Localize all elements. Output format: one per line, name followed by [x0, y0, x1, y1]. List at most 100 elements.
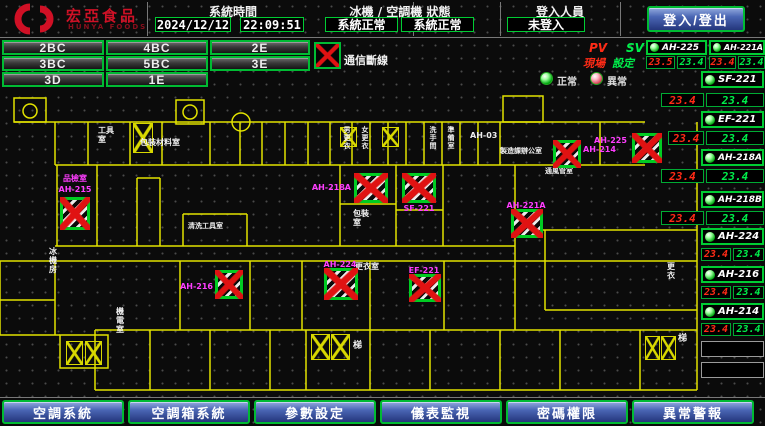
stair-x-icon [331, 334, 350, 360]
room-label: 冰機房 [49, 247, 63, 275]
footer-button-meter-monitor[interactable]: 儀表監視 [380, 400, 502, 424]
ahu-marker-ah-221a[interactable] [511, 209, 543, 238]
room-label: 工具室 [98, 126, 114, 144]
comm-error-x-icon [324, 268, 358, 300]
normal-led-icon [540, 72, 553, 85]
comm-error-x-icon [409, 274, 441, 302]
footer-button-parameter-settings[interactable]: 參數設定 [254, 400, 376, 424]
floor-button-1e[interactable]: 1E [106, 72, 208, 87]
unit-led-icon [705, 75, 715, 85]
empty-slot-box [701, 341, 764, 357]
ah-214-pv: 23.4 [701, 323, 731, 336]
ah-218b-sv: 23.4 [706, 211, 764, 225]
unit-ah-221a[interactable]: AH-221A [709, 40, 765, 55]
floor-button-2bc[interactable]: 2BC [2, 40, 104, 55]
ah-214-sv: 23.4 [733, 323, 764, 336]
floor-button-5bc[interactable]: 5BC [106, 56, 208, 71]
unit-led-icon [650, 43, 659, 52]
ahu-marker-ah-215[interactable] [60, 197, 90, 230]
ah-218b-pv: 23.4 [661, 211, 704, 225]
ahu-marker-ah-216[interactable] [215, 270, 243, 299]
unit-led-icon [705, 307, 715, 317]
comm-error-x-icon [511, 209, 543, 238]
room-label: 包裝室 [353, 209, 371, 227]
abnormal-label: 異常 [607, 73, 627, 88]
login-status-value: 未登入 [507, 17, 585, 32]
ah-216-sv: 23.4 [733, 286, 764, 299]
footer-button-ahu-system[interactable]: 空調箱系統 [128, 400, 250, 424]
ahu-marker-sf-221[interactable] [402, 173, 436, 203]
stair-x-icon [645, 336, 660, 360]
footer-button-abnormal-alarm[interactable]: 異常警報 [632, 400, 754, 424]
comm-error-x-icon [354, 173, 388, 203]
ahu-marker-ah-214[interactable] [553, 140, 581, 168]
stair-x-icon [661, 336, 676, 360]
marker-label-ah-216: AH-216 [173, 282, 213, 291]
unit-name: AH-221A [724, 43, 763, 52]
unit-ah-218b[interactable]: AH-218B [701, 191, 764, 208]
chiller-status-value: 系統正常 [325, 17, 398, 32]
unit-name: AH-218B [718, 195, 762, 205]
unit-sf-221[interactable]: SF-221 [701, 71, 764, 88]
unit-name: AH-214 [718, 306, 759, 317]
marker-label-ah-218a: AH-218A [311, 183, 351, 192]
room-label: 梯 [353, 341, 362, 351]
unit-led-icon [705, 153, 715, 163]
unit-name: EF-221 [718, 114, 756, 125]
room-label: 清洗工具室 [188, 222, 223, 230]
stair-x-icon [311, 334, 330, 360]
unit-ah-216[interactable]: AH-216 [701, 266, 764, 283]
ahu-marker-ef-221[interactable] [409, 274, 441, 302]
empty-slot-box [701, 362, 764, 378]
room-label: 洗手間 [429, 126, 437, 162]
unit-ah-224[interactable]: AH-224 [701, 228, 764, 245]
ah-225-sv: 23.4 [677, 56, 706, 69]
ah-224-pv: 23.4 [701, 248, 731, 261]
system-date-value: 2024/12/12 [155, 17, 231, 32]
marker-label-ah-215: AH-215 [53, 185, 97, 194]
comm-error-x-icon [60, 197, 90, 230]
room-label: 更衣 [667, 262, 680, 280]
floor-button-3d[interactable]: 3D [2, 72, 104, 87]
header-bottom-line [0, 37, 765, 38]
sf-221-sv: 23.4 [706, 93, 764, 107]
footer-top-line [0, 397, 765, 398]
hmi-screen: 宏亞食品 HUNYA FOODS 系統時間 2024/12/12 22:09:5… [0, 0, 765, 426]
header-divider [500, 2, 501, 36]
sv-header: SV [626, 41, 644, 55]
ahu-status-value: 系統正常 [401, 17, 474, 32]
login-logout-button[interactable]: 登入/登出 [647, 6, 745, 32]
room-label: 包裝材料室 [140, 138, 180, 147]
sv-row-label: 設定 [612, 55, 634, 71]
ahu-marker-ah-225[interactable] [632, 133, 662, 163]
floor-button-2e[interactable]: 2E [210, 40, 310, 55]
unit-ef-221[interactable]: EF-221 [701, 111, 764, 128]
ah-221a-sv: 23.4 [738, 56, 765, 69]
unit-ah-214[interactable]: AH-214 [701, 303, 764, 320]
marker-room-label: 品檢室 [53, 174, 97, 183]
floor-button-3bc[interactable]: 3BC [2, 56, 104, 71]
comm-error-x-icon [632, 133, 662, 163]
unit-led-icon [705, 115, 715, 125]
pv-row-label: 現場 [583, 55, 605, 71]
ah-218a-pv: 23.4 [661, 169, 704, 183]
room-label: 女更衣 [361, 126, 369, 162]
unit-ah-225[interactable]: AH-225 [646, 40, 707, 55]
ahu-marker-ah-224[interactable] [324, 268, 358, 300]
footer-button-password-authority[interactable]: 密碼權限 [506, 400, 628, 424]
floor-button-3e[interactable]: 3E [210, 56, 310, 71]
ah-221a-pv: 23.4 [709, 56, 736, 69]
footer-button-ac-system[interactable]: 空調系統 [2, 400, 124, 424]
marker-label-sf-221: SF-221 [401, 204, 437, 213]
unit-name: AH-218A [718, 153, 762, 163]
room-label: 製造課辦公室 [500, 147, 542, 155]
floor-button-4bc[interactable]: 4BC [106, 40, 208, 55]
ah-224-sv: 23.4 [733, 248, 764, 261]
system-time-value: 22:09:51 [240, 17, 304, 32]
ahu-marker-ah-218a[interactable] [354, 173, 388, 203]
comm-error-x-icon [215, 270, 243, 299]
room-label: 男更衣 [343, 126, 351, 162]
abnormal-led-icon [590, 72, 603, 85]
marker-label-ah-225: AH-225 [594, 136, 630, 145]
unit-ah-218a[interactable]: AH-218A [701, 149, 764, 166]
